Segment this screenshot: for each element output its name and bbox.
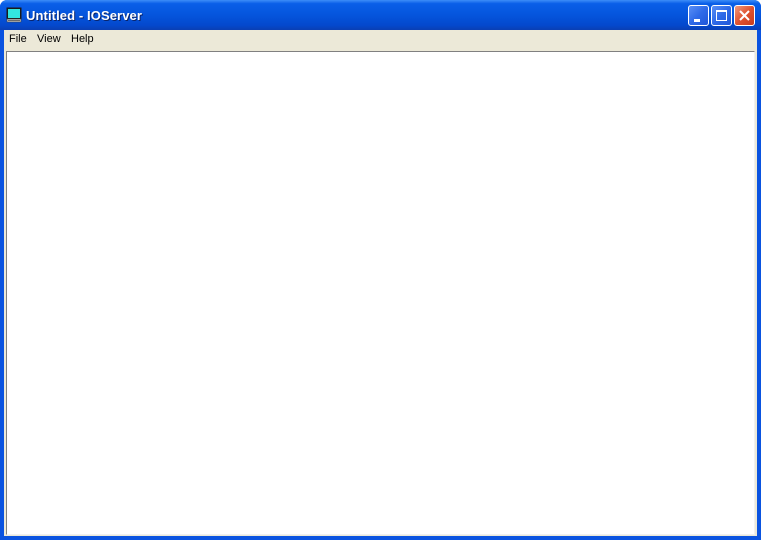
window-title: Untitled - IOServer — [26, 8, 143, 23]
maximize-icon — [716, 10, 727, 21]
menu-help[interactable]: Help — [71, 33, 94, 45]
minimize-button[interactable] — [688, 5, 709, 26]
menu-file[interactable]: File — [9, 33, 27, 45]
close-button[interactable] — [734, 5, 755, 26]
menu-bar: File View Help — [4, 30, 757, 49]
maximize-button[interactable] — [711, 5, 732, 26]
app-window: Untitled - IOServer File View Help — [0, 0, 761, 540]
title-bar[interactable]: Untitled - IOServer — [0, 0, 761, 30]
menu-view[interactable]: View — [37, 33, 61, 45]
close-icon — [739, 10, 750, 21]
document-view[interactable] — [6, 51, 755, 535]
minimize-icon — [694, 19, 700, 22]
monitor-icon[interactable] — [6, 7, 22, 23]
